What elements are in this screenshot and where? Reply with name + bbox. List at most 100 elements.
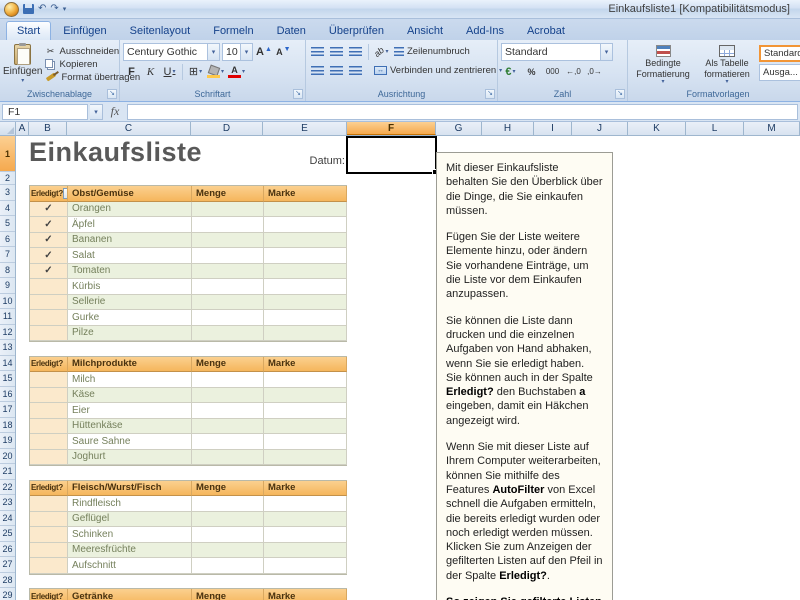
- done-cell[interactable]: [30, 450, 68, 466]
- item-name-cell[interactable]: Bananen: [68, 233, 192, 249]
- tab-daten[interactable]: Daten: [266, 21, 317, 40]
- menge-cell[interactable]: [192, 233, 264, 249]
- marke-cell[interactable]: [264, 217, 347, 233]
- category-header-cell[interactable]: Fleisch/Wurst/Fisch: [68, 481, 192, 497]
- marke-cell[interactable]: [264, 512, 347, 528]
- item-name-cell[interactable]: Salat: [68, 248, 192, 264]
- item-name-cell[interactable]: Orangen: [68, 202, 192, 218]
- marke-cell[interactable]: [264, 527, 347, 543]
- column-header-J[interactable]: J: [572, 122, 628, 135]
- shrink-font-button[interactable]: A▼: [275, 44, 292, 61]
- menge-cell[interactable]: [192, 310, 264, 326]
- font-dialog-launcher[interactable]: ↘: [293, 89, 303, 99]
- column-header-M[interactable]: M: [744, 122, 800, 135]
- menge-cell[interactable]: [192, 326, 264, 342]
- align-right-button[interactable]: [347, 62, 364, 79]
- menge-cell[interactable]: [192, 248, 264, 264]
- menge-cell[interactable]: [192, 217, 264, 233]
- font-color-dropdown-icon[interactable]: ▾: [242, 68, 245, 75]
- row-header-5[interactable]: 5: [0, 216, 15, 232]
- row-header-28[interactable]: 28: [0, 573, 15, 589]
- item-name-cell[interactable]: Rindfleisch: [68, 496, 192, 512]
- marke-cell[interactable]: [264, 403, 347, 419]
- font-name-dropdown-icon[interactable]: ▾: [207, 44, 219, 60]
- item-name-cell[interactable]: Joghurt: [68, 450, 192, 466]
- item-name-cell[interactable]: Käse: [68, 388, 192, 404]
- category-header-cell[interactable]: Obst/Gemüse: [68, 186, 192, 202]
- marke-cell[interactable]: [264, 279, 347, 295]
- alignment-dialog-launcher[interactable]: ↘: [485, 89, 495, 99]
- row-header-25[interactable]: 25: [0, 526, 15, 542]
- marke-header-cell[interactable]: Marke: [264, 481, 347, 497]
- menge-cell[interactable]: [192, 264, 264, 280]
- cell-style-ausgabe[interactable]: Ausga...: [759, 64, 800, 81]
- marke-cell[interactable]: [264, 388, 347, 404]
- row-header-21[interactable]: 21: [0, 464, 15, 480]
- marke-cell[interactable]: [264, 558, 347, 574]
- insert-function-button[interactable]: fx: [105, 104, 125, 119]
- done-cell[interactable]: [30, 419, 68, 435]
- formula-input[interactable]: [127, 104, 798, 120]
- column-header-I[interactable]: I: [534, 122, 572, 135]
- marke-cell[interactable]: [264, 434, 347, 450]
- item-name-cell[interactable]: Eier: [68, 403, 192, 419]
- column-header-D[interactable]: D: [191, 122, 263, 135]
- done-cell[interactable]: [30, 496, 68, 512]
- format-as-table-button[interactable]: Als Tabelle formatieren ▾: [695, 42, 759, 86]
- office-button[interactable]: [4, 2, 19, 17]
- item-name-cell[interactable]: Aufschnitt: [68, 558, 192, 574]
- font-name-combo[interactable]: Century Gothic ▾: [123, 43, 220, 61]
- tab-seitenlayout[interactable]: Seitenlayout: [119, 21, 202, 40]
- conditional-formatting-dropdown-icon[interactable]: ▾: [661, 79, 664, 86]
- item-name-cell[interactable]: Milch: [68, 372, 192, 388]
- done-header-cell[interactable]: Erledigt?: [30, 481, 68, 497]
- row-header-17[interactable]: 17: [0, 402, 15, 418]
- font-size-combo[interactable]: 10 ▾: [222, 43, 253, 61]
- marke-header-cell[interactable]: Marke: [264, 357, 347, 373]
- done-header-cell[interactable]: Erledigt?: [30, 357, 68, 373]
- info-box[interactable]: Mit dieser Einkaufsliste behalten Sie de…: [436, 152, 613, 600]
- tab-berpr-fen[interactable]: Überprüfen: [318, 21, 395, 40]
- select-all-corner[interactable]: [0, 122, 16, 135]
- fill-color-dropdown-icon[interactable]: ▾: [221, 68, 224, 75]
- percent-button[interactable]: %: [522, 63, 541, 80]
- item-name-cell[interactable]: Hüttenkäse: [68, 419, 192, 435]
- column-header-K[interactable]: K: [628, 122, 686, 135]
- underline-button[interactable]: U▾: [161, 63, 178, 80]
- row-header-12[interactable]: 12: [0, 325, 15, 341]
- done-cell[interactable]: [30, 512, 68, 528]
- marke-cell[interactable]: [264, 496, 347, 512]
- marke-cell[interactable]: [264, 248, 347, 264]
- done-cell[interactable]: [30, 326, 68, 342]
- row-header-1[interactable]: 1: [0, 136, 15, 172]
- menge-header-cell[interactable]: Menge: [192, 357, 264, 373]
- done-cell[interactable]: [30, 558, 68, 574]
- marke-cell[interactable]: [264, 419, 347, 435]
- row-header-27[interactable]: 27: [0, 557, 15, 573]
- done-cell[interactable]: [30, 543, 68, 559]
- marke-cell[interactable]: [264, 372, 347, 388]
- column-header-F[interactable]: F: [347, 122, 436, 135]
- accounting-dropdown-icon[interactable]: ▾: [513, 68, 516, 75]
- menge-header-cell[interactable]: Menge: [192, 186, 264, 202]
- row-header-22[interactable]: 22: [0, 480, 15, 496]
- row-header-24[interactable]: 24: [0, 511, 15, 527]
- grow-font-button[interactable]: A▲: [255, 44, 273, 61]
- menge-cell[interactable]: [192, 527, 264, 543]
- done-cell[interactable]: [30, 527, 68, 543]
- align-bottom-button[interactable]: [347, 43, 364, 60]
- menge-cell[interactable]: [192, 403, 264, 419]
- marke-header-cell[interactable]: Marke: [264, 186, 347, 202]
- thousands-separator-button[interactable]: 000: [543, 63, 562, 80]
- name-box[interactable]: F1: [2, 104, 88, 120]
- tab-acrobat[interactable]: Acrobat: [516, 21, 576, 40]
- italic-button[interactable]: K: [142, 63, 159, 80]
- borders-button[interactable]: ⊞▾: [187, 63, 204, 80]
- menge-cell[interactable]: [192, 202, 264, 218]
- done-header-cell[interactable]: Erledigt?▾: [30, 186, 68, 202]
- bold-button[interactable]: F: [123, 63, 140, 80]
- done-cell[interactable]: [30, 279, 68, 295]
- done-cell[interactable]: [30, 310, 68, 326]
- row-header-7[interactable]: 7: [0, 247, 15, 263]
- category-header-cell[interactable]: Milchprodukte: [68, 357, 192, 373]
